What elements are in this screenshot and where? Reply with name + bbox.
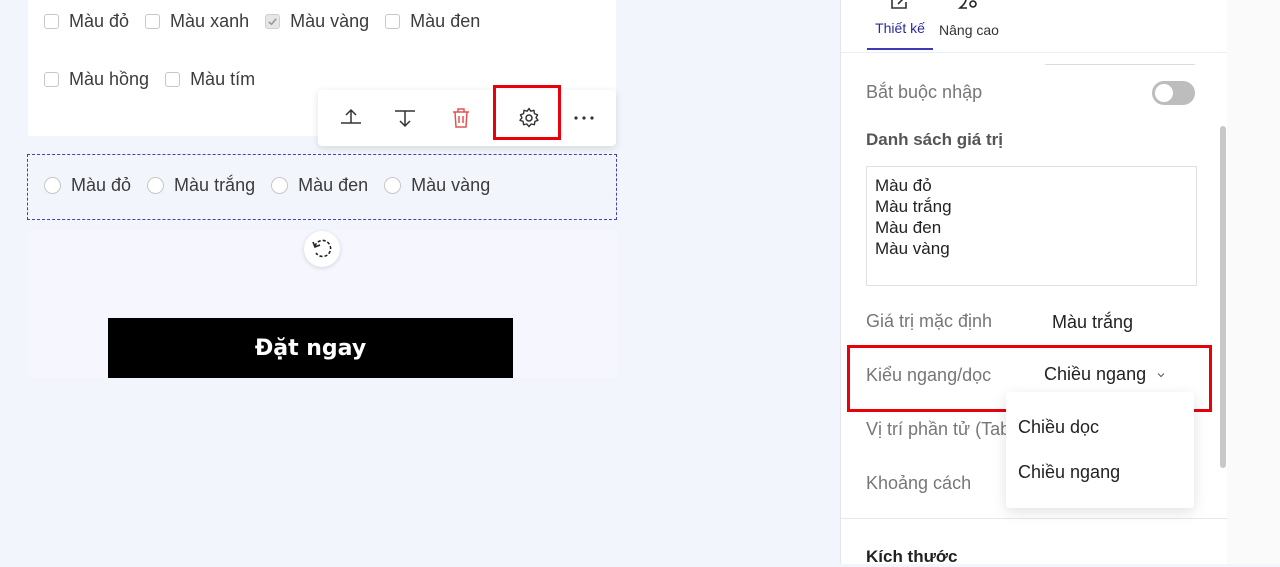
move-down-icon (395, 110, 415, 128)
size-title: Kích thước (866, 547, 958, 566)
tab-design[interactable]: Thiết kế (867, 0, 933, 50)
checkbox[interactable] (44, 72, 59, 87)
checkbox[interactable] (44, 14, 59, 29)
panel-divider (841, 518, 1227, 519)
radio-button[interactable] (271, 177, 289, 194)
value-line: Màu vàng (875, 239, 950, 258)
radio-option[interactable]: Màu trắng (147, 175, 255, 196)
delete-button[interactable] (447, 104, 475, 132)
settings-highlight-box (493, 85, 561, 140)
element-toolbar (318, 90, 616, 146)
position-label: Vị trí phần tử (Tab (866, 419, 1011, 439)
radio-button[interactable] (384, 177, 402, 194)
checkbox-option[interactable]: Màu tím (165, 69, 255, 90)
radio-option[interactable]: Màu vàng (384, 175, 490, 196)
radio-label: Màu đen (298, 175, 369, 195)
move-up-button[interactable] (337, 104, 365, 132)
checkbox-label: Màu vàng (290, 11, 370, 31)
checkbox[interactable] (145, 14, 161, 29)
checkbox-option[interactable]: Màu vàng (265, 11, 369, 32)
order-now-button[interactable]: Đặt ngay (108, 318, 513, 378)
required-label: Bắt buộc nhập (866, 82, 983, 102)
value-line: Màu đỏ (875, 176, 932, 195)
edit-icon (891, 0, 907, 9)
more-icon (574, 116, 594, 120)
spacing-label: Khoảng cách (866, 473, 972, 493)
checkbox-label: Màu tím (190, 69, 256, 89)
advanced-settings-icon (957, 0, 977, 9)
checkbox-label: Màu đen (410, 11, 481, 31)
checkbox-row-2: Màu hồng Màu tím (44, 69, 271, 90)
checkbox-label: Màu hồng (69, 69, 150, 89)
orientation-dropdown-menu: Chiều dọc Chiều ngang (1006, 392, 1194, 508)
toggle-knob (1155, 84, 1173, 102)
radio-field-selected[interactable]: Màu đỏ Màu trắng Màu đen Màu vàng (27, 154, 617, 220)
checkbox-option[interactable]: Màu hồng (44, 69, 149, 90)
field-name-input[interactable] (1045, 40, 1195, 65)
panel-scrollbar[interactable] (1220, 126, 1226, 468)
checkbox-checked[interactable] (265, 14, 281, 29)
radio-option[interactable]: Màu đen (271, 175, 368, 196)
radio-label: Màu đỏ (71, 175, 132, 195)
trash-icon (453, 108, 469, 128)
rotate-button[interactable] (304, 231, 340, 267)
required-toggle[interactable] (1152, 81, 1195, 105)
tab-label: Nâng cao (939, 22, 999, 38)
check-icon (268, 18, 277, 26)
rotate-icon (312, 239, 332, 258)
radio-label: Màu trắng (174, 175, 256, 195)
tab-label: Thiết kế (875, 20, 925, 36)
values-title: Danh sách giá trị (866, 130, 1003, 149)
editor-canvas: Màu đỏ Màu xanh Màu vàng Màu đen Màu hồn… (0, 0, 840, 564)
value-line: Màu trắng (875, 197, 952, 216)
radio-option[interactable]: Màu đỏ (44, 175, 131, 196)
value-line: Màu đen (875, 218, 942, 237)
move-up-icon (341, 108, 361, 124)
radio-button[interactable] (147, 177, 165, 194)
checkbox[interactable] (385, 14, 401, 29)
more-options-button[interactable] (570, 104, 598, 132)
checkbox-label: Màu đỏ (69, 11, 130, 31)
checkbox-row-1: Màu đỏ Màu xanh Màu vàng Màu đen (44, 11, 496, 32)
checkbox[interactable] (165, 72, 181, 87)
tab-advanced[interactable]: Nâng cao (937, 0, 1001, 50)
right-margin (1227, 0, 1280, 564)
checkbox-option[interactable]: Màu đen (385, 11, 480, 32)
checkbox-option[interactable]: Màu xanh (145, 11, 249, 32)
default-value-label: Giá trị mặc định (866, 311, 993, 331)
dropdown-option-horizontal[interactable]: Chiều ngang (1018, 462, 1120, 483)
radio-button[interactable] (44, 177, 61, 194)
radio-label: Màu vàng (411, 175, 491, 195)
dropdown-option-vertical[interactable]: Chiều dọc (1018, 417, 1099, 438)
move-down-button[interactable] (391, 104, 419, 132)
default-value-field[interactable]: Màu trắng (1052, 312, 1133, 333)
checkbox-option[interactable]: Màu đỏ (44, 11, 129, 32)
checkbox-label: Màu xanh (170, 11, 250, 31)
radio-row: Màu đỏ Màu trắng Màu đen Màu vàng (44, 175, 506, 196)
values-textarea[interactable]: Màu đỏ Màu trắng Màu đen Màu vàng (866, 166, 1197, 286)
